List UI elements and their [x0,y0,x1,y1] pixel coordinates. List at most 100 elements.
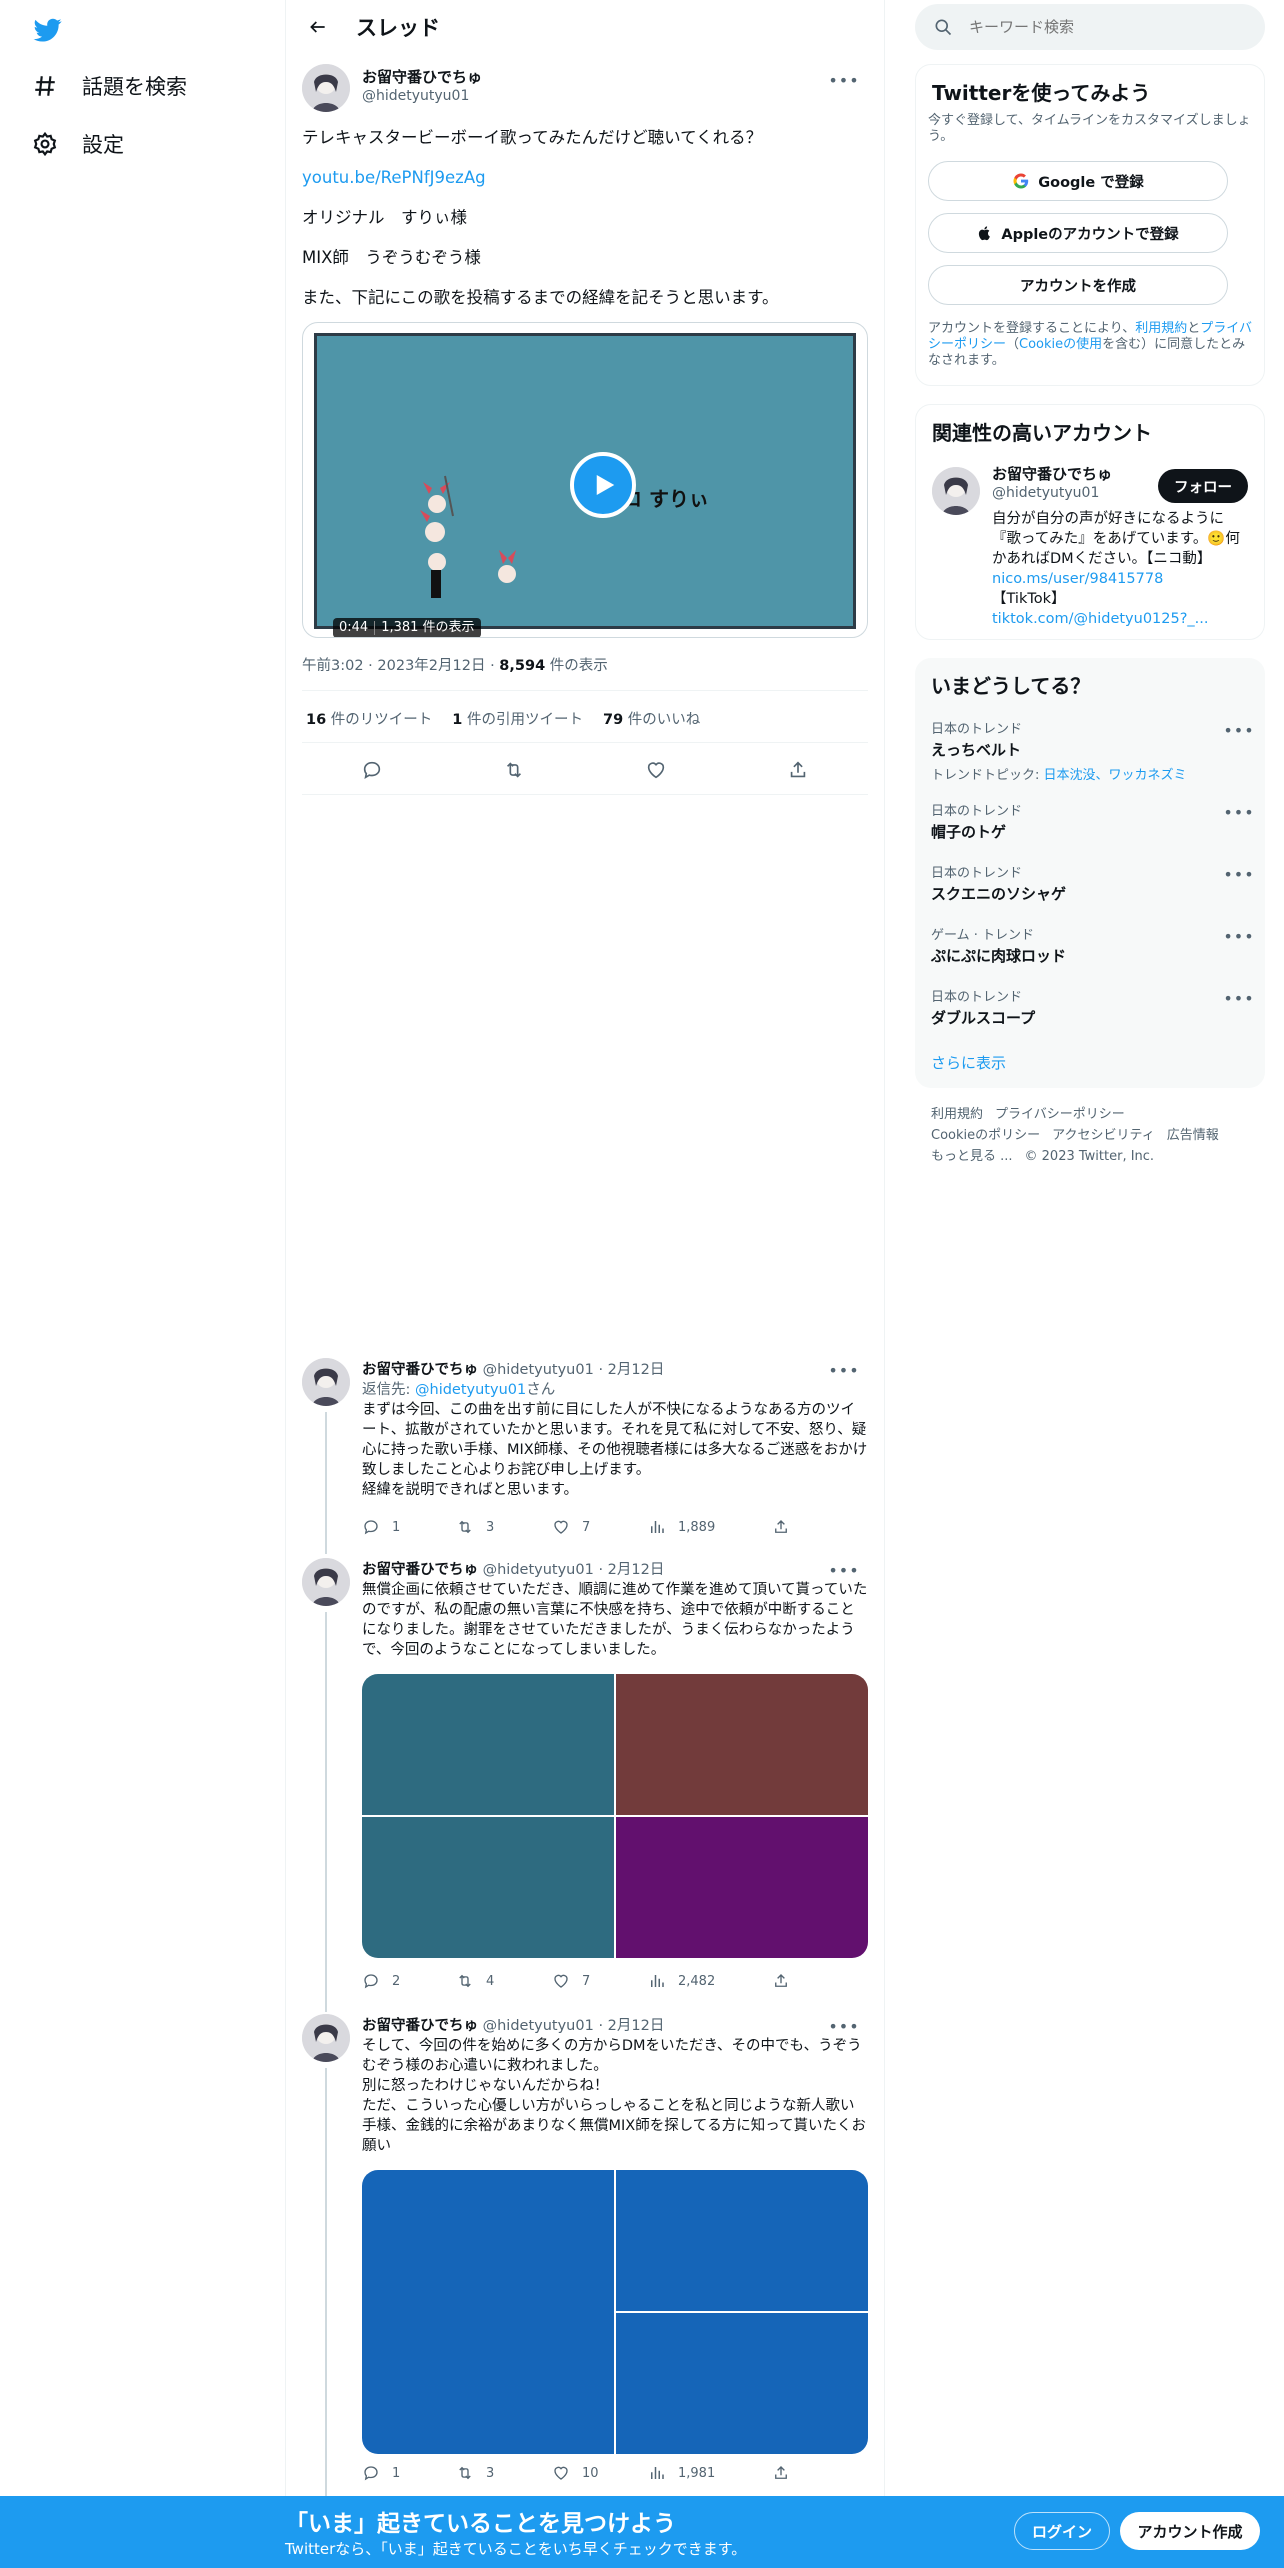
follow-button[interactable]: フォロー [1158,469,1248,503]
reply-action[interactable]: 1 [362,2464,400,2482]
more-options-icon[interactable]: ••• [1223,718,1253,742]
author-handle[interactable]: @hidetyutyu01 [483,2018,594,2034]
signup-button[interactable]: アカウント作成 [1120,2512,1260,2550]
retweet-stat[interactable]: 16 件のリツイート [306,708,432,729]
video-player[interactable]: ーソロ すりぃ 0:44 1,381 件の表示 [302,322,868,638]
trend-item[interactable]: ゲーム · トレンド ぷにぷに肉球ロッド ••• [931,924,1254,966]
more-options-icon[interactable]: ••• [1223,986,1253,1010]
trend-topic-link[interactable]: 日本沈没、ワッカネズミ [1044,768,1187,783]
author-name[interactable]: お留守番ひでちゅ [362,1562,478,1578]
share-action[interactable] [772,1972,790,1990]
related-handle[interactable]: @hidetyutyu01 [992,485,1099,501]
reply-date[interactable]: 2月12日 [608,1562,665,1578]
more-options-icon[interactable]: ••• [828,2014,858,2038]
tiktok-link[interactable]: tiktok.com/@hidetyu0125?_... [992,611,1209,627]
related-accounts-card: 関連性の高いアカウント お留守番ひでちゅ @hidetyutyu01 フォロー … [915,404,1265,640]
footer-more[interactable]: もっと見る ... [931,1149,1013,1164]
footer-accessibility[interactable]: アクセシビリティ [1052,1128,1155,1143]
reply-date[interactable]: 2月12日 [608,1362,665,1378]
terms-link[interactable]: 利用規約 [1135,321,1187,336]
quote-stat[interactable]: 1 件の引用ツイート [452,708,583,729]
more-options-icon[interactable]: ••• [1223,924,1253,948]
retweet-action[interactable]: 4 [456,1972,494,1990]
share-icon[interactable] [784,756,812,784]
footer-privacy[interactable]: プライバシーポリシー [995,1107,1125,1122]
avatar[interactable] [932,467,980,515]
tweet-date[interactable]: 2023年2月12日 [377,658,485,674]
reply-action[interactable]: 2 [362,1972,400,1990]
author-name[interactable]: お留守番ひでちゅ [362,66,482,87]
nav-explore[interactable]: 話題を検索 [30,66,187,106]
twitter-logo-icon[interactable] [32,16,64,44]
views-action[interactable]: 1,889 [648,1518,715,1536]
tweet-time[interactable]: 午前3:02 [302,658,364,674]
show-more-link[interactable]: さらに表示 [931,1052,1006,1073]
share-action[interactable] [772,1518,790,1536]
more-options-icon[interactable]: ••• [828,1558,858,1582]
footer-ads[interactable]: 広告情報 [1167,1128,1219,1143]
media-image[interactable] [616,2170,868,2311]
footer-terms[interactable]: 利用規約 [931,1107,983,1122]
avatar[interactable] [302,2014,350,2062]
reply-action[interactable]: 1 [362,1518,400,1536]
nico-link[interactable]: nico.ms/user/98415778 [992,571,1163,587]
avatar[interactable] [302,1358,350,1406]
avatar[interactable] [302,64,350,112]
reply-to-handle[interactable]: @hidetyutyu01 [415,1382,526,1398]
author-handle[interactable]: @hidetyutyu01 [483,1562,594,1578]
trend-item[interactable]: 日本のトレンド えっちベルト トレンドトピック: 日本沈没、ワッカネズミ ••• [931,718,1254,784]
retweet-icon[interactable] [500,756,528,784]
like-action[interactable]: 10 [552,2464,599,2482]
video-frame[interactable]: ーソロ すりぃ 0:44 1,381 件の表示 [314,333,856,637]
more-options-icon[interactable]: ••• [828,68,858,92]
media-image[interactable] [616,1817,868,1958]
reply-tweet[interactable]: お留守番ひでちゅ @hidetyutyu01 · 2月12日 ••• 無償企画に… [302,1558,868,1998]
media-image[interactable] [616,2313,868,2454]
media-image[interactable] [616,1674,868,1815]
like-stat[interactable]: 79 件のいいね [603,708,700,729]
reply-date[interactable]: 2月12日 [608,2018,665,2034]
author-handle[interactable]: @hidetyutyu01 [483,1362,594,1378]
like-action[interactable]: 7 [552,1972,590,1990]
author-name[interactable]: お留守番ひでちゅ [362,1362,478,1378]
author-handle[interactable]: @hidetyutyu01 [362,88,469,104]
footer-cookie[interactable]: Cookieのポリシー [931,1128,1040,1143]
trend-name: ダブルスコープ [931,1009,1036,1027]
more-options-icon[interactable]: ••• [828,1358,858,1382]
more-options-icon[interactable]: ••• [1223,862,1253,886]
media-image[interactable] [362,2170,614,2454]
views-action[interactable]: 2,482 [648,1972,715,1990]
retweet-action[interactable]: 3 [456,1518,494,1536]
media-image[interactable] [362,1817,614,1958]
search-box[interactable] [915,4,1265,50]
media-image[interactable] [362,1674,614,1815]
trend-item[interactable]: 日本のトレンド ダブルスコープ ••• [931,986,1254,1028]
back-arrow-icon[interactable] [300,9,336,45]
create-account-button[interactable]: アカウントを作成 [928,265,1228,305]
nav-settings[interactable]: 設定 [30,124,124,164]
retweet-action[interactable]: 3 [456,2464,494,2482]
search-input[interactable] [969,18,1249,36]
trend-item[interactable]: 日本のトレンド スクエニのソシャゲ ••• [931,862,1254,904]
google-signup-button[interactable]: Google で登録 [928,161,1228,201]
login-button[interactable]: ログイン [1014,2512,1110,2550]
tweet-link[interactable]: youtu.be/RePNfJ9ezAg [302,166,486,190]
reply-tweet[interactable]: お留守番ひでちゅ @hidetyutyu01 · 2月12日 ••• そして、今… [302,2014,868,2490]
share-icon [775,1520,787,1533]
play-button[interactable] [570,452,636,518]
more-options-icon[interactable]: ••• [1223,800,1253,824]
reply-icon[interactable] [358,756,386,784]
like-icon[interactable] [642,756,670,784]
author-name[interactable]: お留守番ひでちゅ [362,2018,478,2034]
views-action[interactable]: 1,981 [648,2464,715,2482]
avatar[interactable] [302,1558,350,1606]
reply-tweet[interactable]: お留守番ひでちゅ @hidetyutyu01 · 2月12日 ••• 返信先: … [302,1358,868,1548]
share-action[interactable] [772,2464,790,2482]
media-grid [362,1674,868,1958]
apple-signup-button[interactable]: Appleのアカウントで登録 [928,213,1228,253]
media-grid [362,2170,868,2454]
trend-item[interactable]: 日本のトレンド 帽子のトゲ ••• [931,800,1254,842]
cookie-link[interactable]: Cookieの使用 [1019,337,1102,352]
like-action[interactable]: 7 [552,1518,590,1536]
related-name[interactable]: お留守番ひでちゅ [992,463,1112,484]
